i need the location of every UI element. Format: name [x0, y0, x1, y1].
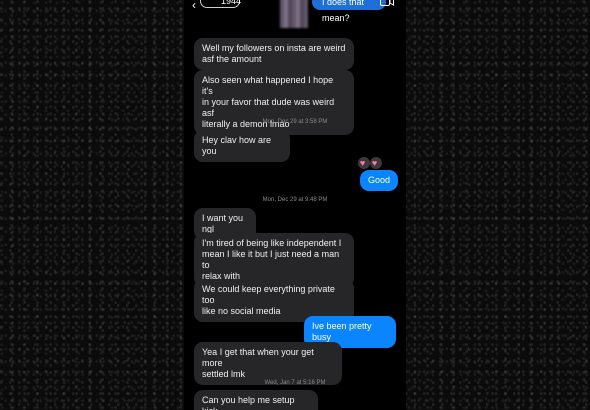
video-call-icon[interactable] — [380, 0, 394, 6]
heart-icon: ♥ — [370, 157, 382, 169]
conversation-header: ‹ 1944 I does that mean? — [184, 0, 406, 28]
conversation-screen: ‹ 1944 I does that mean? Well my followe… — [184, 0, 406, 410]
back-button[interactable]: 1944 — [200, 0, 241, 8]
timestamp: Mon, Dec 29 at 9:48 PM — [262, 197, 328, 203]
message-bubble-incoming[interactable]: Well my followers on insta are weird asf… — [194, 38, 354, 70]
back-chevron-icon[interactable]: ‹ — [192, 0, 196, 12]
message-bubble-incoming[interactable]: Hey clav how are you — [194, 130, 290, 162]
message-bubble-outgoing-partial[interactable]: I does that mean? — [312, 0, 386, 23]
timestamp: Mon, Dec 29 at 3:58 PM — [262, 119, 328, 125]
message-bubble-outgoing[interactable]: Good — [360, 170, 398, 191]
reaction-hearts: ♥ ♥ — [358, 157, 382, 169]
message-bubble-incoming[interactable]: Can you help me setup kick — [194, 390, 318, 410]
contact-avatar[interactable] — [280, 0, 308, 28]
timestamp: Wed, Jan 7 at 5:16 PM — [264, 380, 326, 386]
heart-icon: ♥ — [358, 157, 370, 169]
